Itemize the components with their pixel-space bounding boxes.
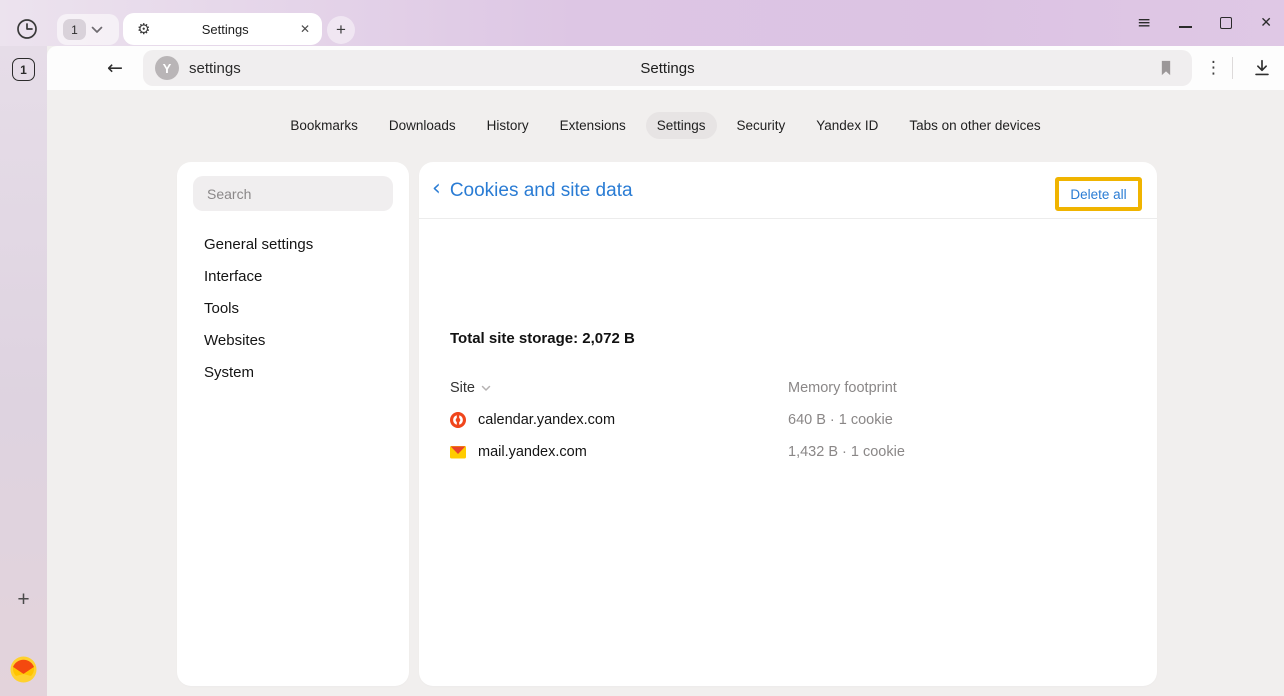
yandex-mail-icon[interactable] (10, 656, 37, 683)
omnibox[interactable]: Y settings Settings (143, 50, 1192, 86)
site-name: mail.yandex.com (478, 444, 587, 460)
page-title[interactable]: Cookies and site data (450, 180, 633, 202)
mail-favicon (450, 444, 466, 460)
table-header-row: Site Memory footprint (450, 372, 1127, 404)
delete-all-highlight: Delete all (1055, 177, 1142, 211)
omnibox-page-title: Settings (143, 50, 1192, 86)
tab-group-count: 1 (63, 19, 86, 40)
gear-icon: ⚙ (137, 22, 150, 37)
sort-chevron-icon (481, 385, 491, 392)
settings-page: Bookmarks Downloads History Extensions S… (47, 90, 1284, 696)
sidebar-item-websites[interactable]: Websites (204, 324, 313, 356)
close-window-button[interactable]: ✕ (1260, 15, 1272, 31)
delete-all-button[interactable]: Delete all (1070, 187, 1126, 202)
tab-close-icon[interactable]: ✕ (300, 22, 310, 36)
rail-tab-counter[interactable]: 1 (12, 58, 35, 81)
sidebar-item-interface[interactable]: Interface (204, 260, 313, 292)
side-rail: 1 + ••• (0, 46, 47, 696)
settings-sidebar: Search General settings Interface Tools … (177, 162, 409, 686)
cookies-panel-header: ‹ Cookies and site data Delete all (419, 162, 1157, 219)
nav-tab-history[interactable]: History (476, 112, 540, 139)
minimize-button[interactable] (1179, 26, 1192, 28)
nav-tab-downloads[interactable]: Downloads (378, 112, 467, 139)
maximize-button[interactable] (1220, 17, 1232, 29)
browser-menu-icon[interactable]: ≡ (1137, 13, 1151, 33)
nav-tab-other-devices[interactable]: Tabs on other devices (898, 112, 1051, 139)
cookies-panel: ‹ Cookies and site data Delete all Total… (419, 162, 1157, 686)
new-tab-button[interactable]: + (327, 16, 355, 44)
nav-tab-yandex-id[interactable]: Yandex ID (805, 112, 889, 139)
chevron-down-icon (91, 26, 103, 34)
address-bar-row: ← Y settings Settings ⋮ (47, 46, 1284, 90)
nav-tab-security[interactable]: Security (726, 112, 797, 139)
memory-footprint: 640 B · 1 cookie (788, 412, 1127, 428)
tab-title: Settings (150, 22, 299, 37)
site-column-label: Site (450, 380, 475, 396)
sidebar-item-system[interactable]: System (204, 356, 313, 388)
calendar-favicon (450, 412, 466, 428)
table-row[interactable]: mail.yandex.com 1,432 B · 1 cookie (450, 436, 1127, 468)
site-name: calendar.yandex.com (478, 412, 615, 428)
browser-window: 1 ⚙ Settings ✕ + ≡ ✕ 1 + (0, 0, 1284, 696)
column-header-memory: Memory footprint (788, 380, 1127, 396)
column-header-site[interactable]: Site (450, 380, 788, 396)
site-badge-icon: Y (155, 56, 179, 80)
window-controls: ≡ ✕ (1137, 0, 1272, 46)
table-row[interactable]: calendar.yandex.com 640 B · 1 cookie (450, 404, 1127, 436)
back-chevron-icon[interactable]: ‹ (432, 178, 441, 200)
total-site-storage: Total site storage: 2,072 B (450, 330, 635, 347)
rail-add-icon[interactable]: + (0, 588, 47, 612)
search-input[interactable]: Search (193, 176, 393, 211)
bookmark-icon[interactable] (1156, 58, 1176, 78)
history-icon[interactable] (15, 17, 39, 41)
omnibox-text[interactable]: settings (189, 50, 241, 86)
sidebar-item-tools[interactable]: Tools (204, 292, 313, 324)
toolbar-divider (1232, 57, 1233, 79)
downloads-icon[interactable] (1251, 57, 1273, 79)
nav-tab-bookmarks[interactable]: Bookmarks (279, 112, 369, 139)
back-icon[interactable]: ← (107, 46, 123, 90)
nav-tab-settings[interactable]: Settings (646, 112, 717, 139)
toolbar-kebab-icon[interactable]: ⋮ (1205, 46, 1222, 90)
nav-tab-extensions[interactable]: Extensions (549, 112, 637, 139)
sidebar-menu: General settings Interface Tools Website… (204, 228, 313, 388)
tab-settings[interactable]: ⚙ Settings ✕ (123, 13, 322, 45)
back-heading[interactable]: ‹ Cookies and site data (432, 162, 633, 219)
tab-group-selector[interactable]: 1 (57, 14, 119, 45)
settings-nav-tabs: Bookmarks Downloads History Extensions S… (47, 112, 1284, 139)
memory-footprint: 1,432 B · 1 cookie (788, 444, 1127, 460)
sidebar-item-general-settings[interactable]: General settings (204, 228, 313, 260)
cookies-table: Site Memory footprint (450, 372, 1127, 468)
tab-strip: 1 ⚙ Settings ✕ + ≡ ✕ (0, 0, 1284, 46)
